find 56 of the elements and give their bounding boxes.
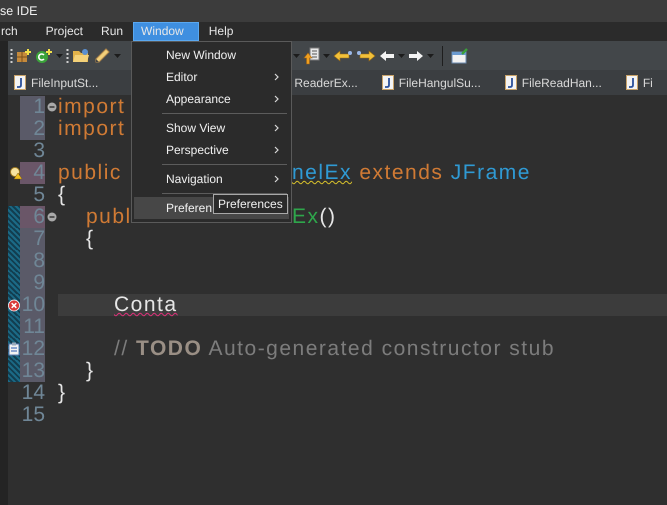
code-token: publ bbox=[85, 205, 132, 228]
fold-icon[interactable] bbox=[46, 212, 56, 222]
editor-tab[interactable]: Fi bbox=[642, 76, 653, 90]
java-file-icon bbox=[626, 75, 638, 90]
menu-entry[interactable]: Show View bbox=[134, 117, 289, 139]
java-file-icon bbox=[504, 75, 517, 90]
outline-up-icon[interactable] bbox=[303, 46, 320, 64]
toolbar-grip-icon bbox=[10, 48, 13, 64]
fold-icon[interactable] bbox=[46, 102, 56, 112]
menu-entry[interactable]: Editor bbox=[134, 66, 289, 88]
code-token: Conta bbox=[113, 293, 178, 316]
menu-item[interactable]: Help bbox=[200, 22, 242, 41]
menu-item[interactable]: rch bbox=[0, 22, 26, 41]
code-token: extends bbox=[358, 161, 444, 184]
forward-arrow-icon[interactable] bbox=[408, 50, 424, 62]
tooltip: Preferences bbox=[213, 194, 288, 214]
code-token: { bbox=[58, 183, 67, 206]
toolbar-grip-icon bbox=[66, 48, 69, 64]
line-number: 3 bbox=[32, 140, 45, 162]
code-token: Ex bbox=[292, 205, 320, 228]
editor-tab[interactable]: FileInputSt... bbox=[31, 76, 98, 90]
menu-item[interactable]: Project bbox=[38, 22, 92, 41]
java-file-icon bbox=[382, 75, 394, 90]
code-token: JFrame bbox=[450, 161, 531, 184]
new-class-icon[interactable] bbox=[35, 48, 53, 64]
menu-entry[interactable]: Perspective bbox=[134, 139, 289, 161]
editor-tab[interactable]: ReaderEx... bbox=[294, 76, 358, 90]
line-number: 15 bbox=[20, 404, 45, 426]
code-token: // bbox=[113, 337, 130, 360]
java-file-icon bbox=[14, 75, 26, 90]
code-token: Auto-generated constructor stub bbox=[207, 337, 555, 360]
window-pin-icon[interactable] bbox=[451, 48, 469, 64]
line-number: 5 bbox=[32, 184, 45, 206]
menu-item[interactable]: Run bbox=[93, 22, 132, 41]
menu-entry[interactable]: New Window bbox=[134, 44, 289, 66]
package-icon[interactable] bbox=[16, 48, 32, 64]
editor-tab[interactable]: FileReadHan... bbox=[522, 76, 602, 90]
menu-entry[interactable]: Appearance bbox=[134, 88, 289, 110]
menu-entry[interactable]: Navigation bbox=[134, 168, 289, 190]
pencil-icon[interactable] bbox=[93, 47, 111, 64]
next-annotation-icon[interactable] bbox=[356, 50, 376, 62]
line-number: 14 bbox=[20, 382, 45, 404]
previous-annotation-icon[interactable] bbox=[333, 50, 353, 62]
code-token: () bbox=[320, 205, 337, 228]
code-token: public bbox=[58, 161, 122, 184]
code-token: } bbox=[85, 359, 95, 382]
back-arrow-icon[interactable] bbox=[379, 50, 395, 62]
code-token: { bbox=[85, 227, 95, 250]
code-token: nelEx bbox=[292, 161, 352, 184]
window-title: se IDE bbox=[0, 4, 38, 18]
code-token: TODO bbox=[136, 337, 202, 360]
editor-tab[interactable]: FileHangulSu... bbox=[398, 76, 481, 90]
folder-icon[interactable] bbox=[72, 48, 90, 63]
code-token: import bbox=[58, 117, 126, 140]
code-token: } bbox=[58, 381, 67, 404]
code-token: import bbox=[58, 95, 126, 118]
